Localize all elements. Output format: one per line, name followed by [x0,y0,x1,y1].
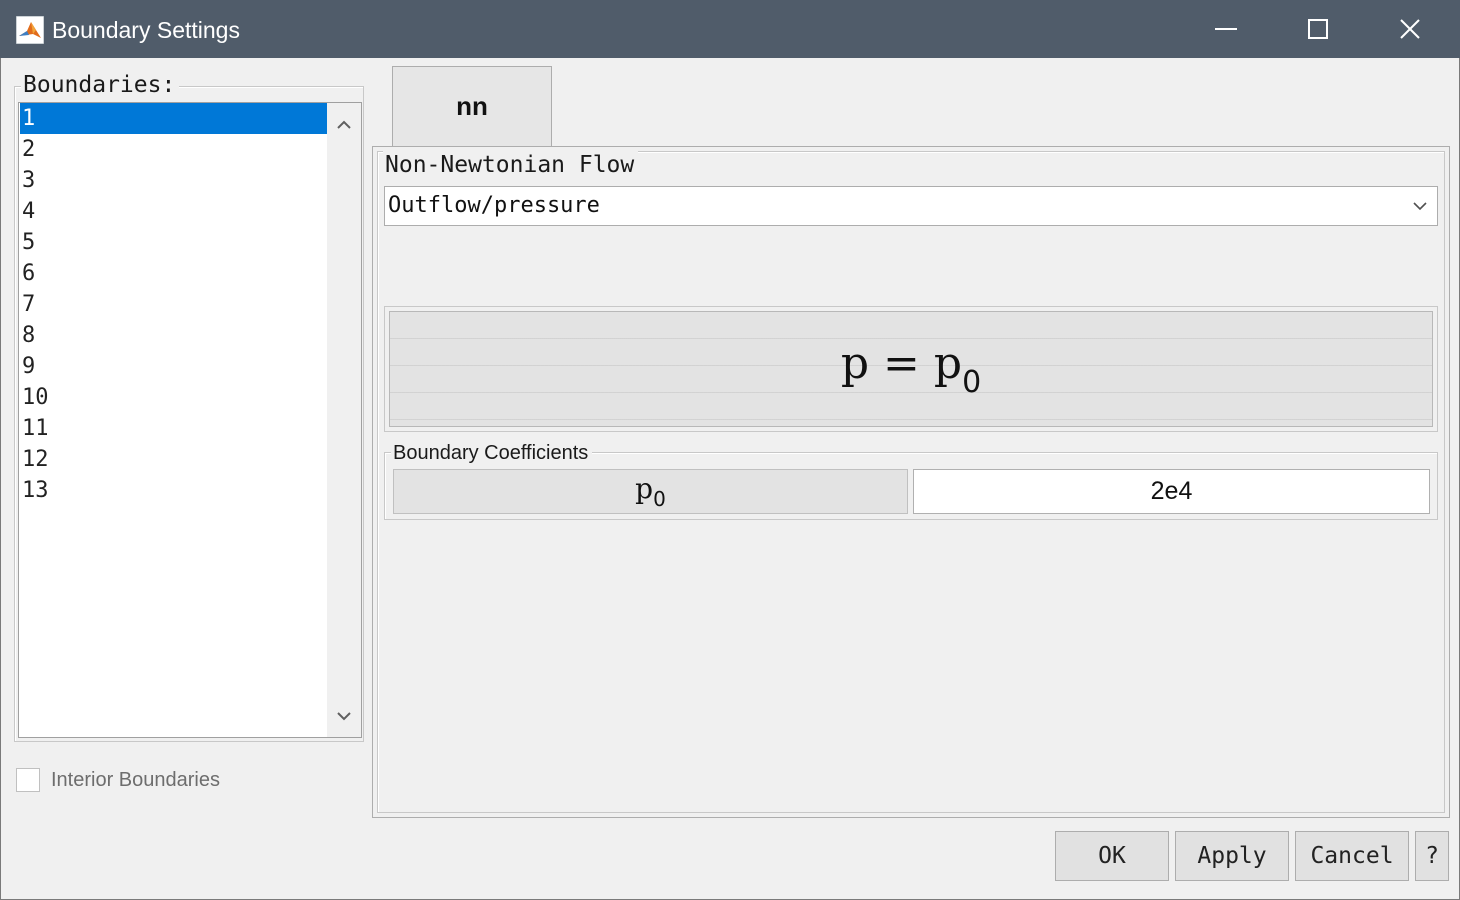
list-item[interactable]: 11 [20,413,327,444]
equation-rhs-subscript: 0 [962,365,982,400]
equation-equals: = [883,338,920,389]
list-item[interactable]: 10 [20,382,327,413]
close-icon [1400,19,1420,39]
chevron-down-icon[interactable] [336,708,352,727]
coefficient-name: p0 [393,469,908,514]
equation-panel: p = p0 [384,306,1438,432]
list-item[interactable]: 7 [20,289,327,320]
list-scrollbar[interactable] [327,103,361,737]
window-title: Boundary Settings [52,17,240,43]
equation-lhs: p [840,338,870,389]
list-item[interactable]: 3 [20,165,327,196]
list-item[interactable]: 9 [20,351,327,382]
minimize-button[interactable] [1180,0,1272,58]
list-item[interactable]: 12 [20,444,327,475]
coefficient-symbol-base: p [635,472,654,505]
equation: p = p0 [841,338,981,400]
close-button[interactable] [1364,0,1456,58]
maximize-button[interactable] [1272,0,1364,58]
interior-boundaries-label: Interior Boundaries [51,769,220,791]
list-item[interactable]: 5 [20,227,327,258]
chevron-down-icon[interactable] [1403,187,1437,225]
boundaries-listbox[interactable]: 1 2 3 4 5 6 7 8 9 10 11 12 13 [18,102,362,738]
help-button[interactable]: ? [1415,831,1449,881]
dropdown-value: Outflow/pressure [388,193,600,218]
chevron-up-icon[interactable] [336,115,352,134]
list-item[interactable]: 2 [20,134,327,165]
apply-button[interactable]: Apply [1175,831,1289,881]
flow-type-dropdown[interactable]: Outflow/pressure [384,186,1438,226]
maximize-icon [1308,19,1328,39]
coefficient-symbol-subscript: 0 [653,487,666,511]
ok-button[interactable]: OK [1055,831,1169,881]
minimize-icon [1215,28,1237,30]
cancel-button[interactable]: Cancel [1295,831,1409,881]
equation-display: p = p0 [389,311,1433,427]
tab-nn[interactable]: nn [392,66,552,146]
equation-rhs: p [933,338,963,389]
list-item[interactable]: 6 [20,258,327,289]
boundaries-label: Boundaries: [21,71,180,99]
interior-boundaries-checkbox[interactable] [16,768,40,792]
coefficient-value-input[interactable]: 2e4 [913,469,1430,514]
coefficient-symbol: p0 [635,472,666,511]
flow-group-label: Non-Newtonian Flow [383,151,639,179]
list-item[interactable]: 13 [20,475,327,506]
list-item[interactable]: 4 [20,196,327,227]
tab-label: nn [456,91,488,121]
matlab-icon [15,15,45,45]
coefficients-label: Boundary Coefficients [391,440,593,466]
list-item[interactable]: 8 [20,320,327,351]
list-item[interactable]: 1 [20,103,327,134]
